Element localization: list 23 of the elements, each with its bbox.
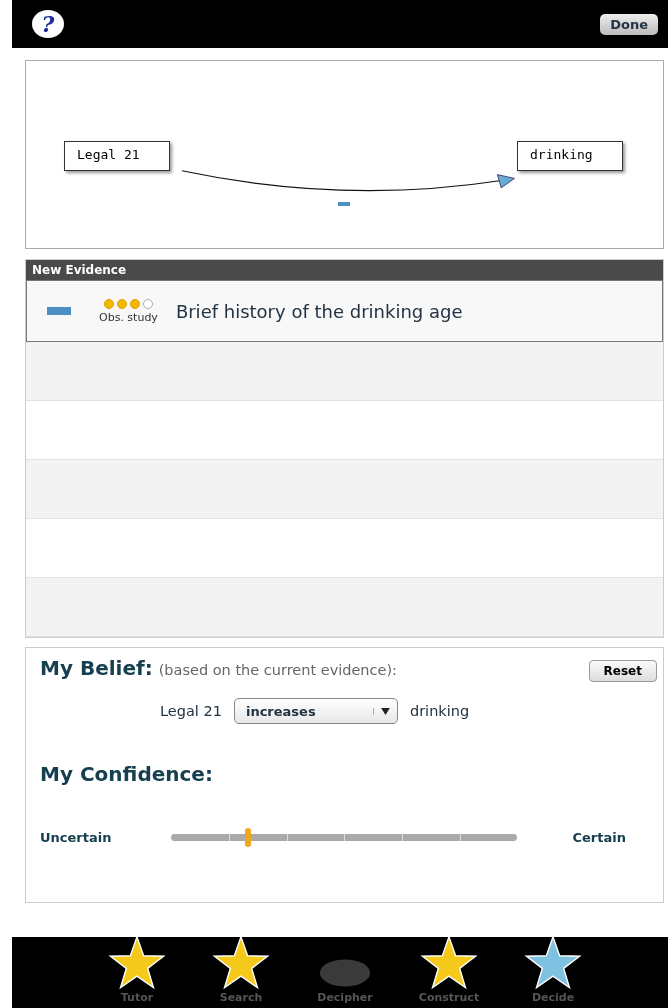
effect-label: drinking (409, 703, 470, 719)
study-type: Obs. study (99, 310, 158, 324)
reset-button[interactable]: Reset (588, 660, 657, 682)
evidence-title: Brief history of the drinking age (175, 300, 463, 322)
confidence-slider[interactable] (171, 828, 518, 847)
cause-label: Legal 21 (160, 703, 222, 719)
rating-dot (142, 298, 153, 309)
low-label: Uncertain (40, 830, 112, 845)
rating-dot (129, 298, 140, 309)
belief-note: (based on the current evidence): (158, 662, 398, 678)
help-button[interactable]: ? (32, 10, 64, 38)
belief-heading: My Belief: (40, 656, 153, 680)
diagram-node[interactable]: Legal 21 (64, 141, 170, 171)
evidence-row[interactable]: Obs. study Brief history of the drinking age (26, 280, 663, 342)
section-header: New Evidence (26, 260, 663, 280)
done-button[interactable]: Done (600, 13, 658, 35)
rating-dot (116, 298, 127, 309)
slider-thumb[interactable] (244, 828, 251, 847)
high-label: Certain (572, 830, 626, 845)
rating-dot (103, 298, 114, 309)
relation-dropdown[interactable]: increases (233, 698, 398, 724)
confidence-heading: My Confidence: (40, 762, 214, 786)
diagram-node[interactable]: drinking (517, 141, 623, 171)
